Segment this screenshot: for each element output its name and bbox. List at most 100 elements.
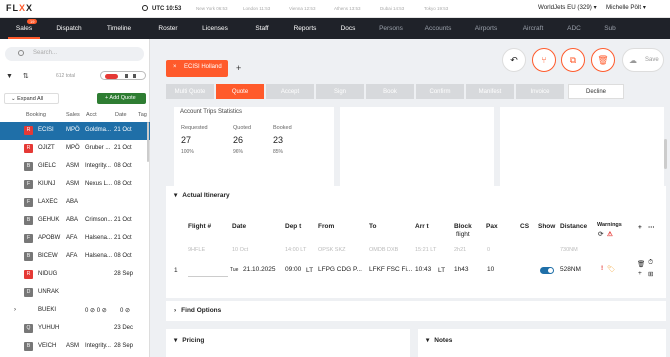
step-invoice[interactable]: Invoice — [516, 84, 564, 99]
status-toggle[interactable] — [100, 71, 146, 80]
table-row[interactable]: R OJIZT MPÖ Gruber ... 21 Oct — [0, 140, 150, 158]
find-options-text: Find Options — [181, 307, 222, 314]
table-row[interactable]: D UNRAK — [0, 284, 150, 302]
sort-icon[interactable]: ⇅ — [23, 73, 29, 80]
table-row[interactable]: F APOBW AFA Halsena... 21 Oct — [0, 230, 150, 248]
table-row[interactable]: F LAXEC ABA — [0, 194, 150, 212]
leg-pax-input[interactable]: 10 — [487, 266, 494, 273]
tab-ecisi-holland[interactable]: × ECISI Holland — [166, 60, 228, 77]
app-logo[interactable]: FLXX — [6, 3, 33, 13]
search-input[interactable]: Search... — [5, 47, 144, 61]
step-book[interactable]: Book — [366, 84, 414, 99]
flight-number-input[interactable] — [188, 276, 228, 277]
chevron-down-icon: ⌄ — [11, 96, 16, 102]
tag-icon[interactable]: 🏷 — [607, 265, 615, 273]
leg-arr-tz: LT — [438, 267, 446, 274]
col-warnings: Warnings — [597, 222, 622, 228]
refresh-icon[interactable]: ⟳ — [598, 230, 603, 238]
col-sales[interactable]: Sales — [66, 112, 80, 118]
leg-date-input[interactable]: 21.10.2025 — [243, 266, 276, 273]
table-row[interactable]: R ECISI MPÖ Goldma... 21 Oct — [0, 122, 150, 140]
warning-icon[interactable]: ! — [601, 265, 603, 272]
add-tab-button[interactable]: + — [236, 63, 241, 73]
branch-button[interactable]: ⑂ — [532, 48, 556, 72]
nav-reports[interactable]: Reports — [282, 18, 328, 39]
nav-timeline[interactable]: Timeline — [90, 18, 148, 39]
step-multi-quote[interactable]: Multi Quote — [166, 84, 214, 99]
nav-sub[interactable]: Sub — [592, 18, 628, 39]
trash-icon[interactable]: 🗑 — [637, 260, 645, 268]
delete-button[interactable]: 🗑 — [591, 48, 615, 72]
table-row[interactable]: B GEHUK ABA Crimson... 21 Oct — [0, 212, 150, 230]
nav-airports[interactable]: Airports — [462, 18, 510, 39]
nav-airports-label: Airports — [474, 25, 498, 32]
add-icon[interactable]: + — [638, 270, 642, 277]
nav-docs-label: Docs — [340, 25, 356, 32]
nav-staff[interactable]: Staff — [242, 18, 282, 39]
add-leg-icon[interactable]: + — [638, 224, 642, 231]
table-row[interactable]: › BUEKI 0 ⊘ 0 ⊘ 0 ⊘ — [0, 302, 150, 320]
table-row[interactable]: R NIDUG 28 Sep — [0, 266, 150, 284]
bookings-scrollbar[interactable] — [147, 122, 149, 162]
booking-counts-extra: 0 ⊘ — [120, 308, 131, 314]
utc-clock: UTC 10:53 — [142, 5, 181, 12]
leg-dep-input[interactable]: 09:00 — [285, 266, 301, 273]
chevron-right-icon[interactable]: › — [14, 307, 16, 313]
decline-button[interactable]: Decline — [568, 84, 624, 99]
leg-from-input[interactable]: LFPG CDG P... — [318, 266, 362, 273]
step-manifest[interactable]: Manifest — [466, 84, 514, 99]
save-button[interactable]: ☁ Save — [622, 48, 664, 72]
show-toggle[interactable] — [540, 267, 554, 274]
nav-sub-label: Sub — [604, 25, 616, 32]
find-options-section[interactable]: › Find Options — [166, 301, 666, 321]
nav-sales[interactable]: Sales 19 — [0, 18, 48, 39]
leg-distance: 528NM — [560, 266, 581, 273]
table-row[interactable]: F KIUNJ ASM Nexus L... 08 Oct — [0, 176, 150, 194]
close-icon[interactable]: × — [173, 64, 177, 70]
more-icon[interactable]: ⋯ — [648, 223, 655, 231]
alert-icon[interactable]: ⚠ — [607, 230, 613, 238]
table-row[interactable]: B BICEW AFA Halsena... 08 Oct — [0, 248, 150, 266]
stopwatch-icon[interactable]: ⏱ — [648, 259, 653, 267]
leg-arr-input[interactable]: 10:43 — [415, 266, 431, 273]
nav-dispatch[interactable]: Dispatch — [48, 18, 90, 39]
itinerary-title[interactable]: ▾ Actual Itinerary — [174, 191, 230, 199]
detail-scrollbar[interactable] — [664, 139, 667, 169]
booking-code: UNRAK — [38, 289, 60, 295]
undo-button[interactable]: ↶ — [502, 48, 526, 72]
table-row[interactable]: B GIELC ASM Integrity... 08 Oct — [0, 158, 150, 176]
copy-icon: ⧉ — [569, 54, 577, 65]
add-quote-button[interactable]: + Add Quote — [97, 93, 146, 104]
col-acct[interactable]: Acct — [86, 112, 97, 118]
leg-to-input[interactable]: LFKF FSC Fi... — [369, 266, 412, 273]
cloud-upload-icon: ☁ — [629, 56, 637, 65]
nav-aircraft[interactable]: Aircraft — [510, 18, 556, 39]
step-quote[interactable]: Quote — [216, 84, 264, 99]
status-toggle-grey-2 — [133, 74, 136, 78]
table-row[interactable]: Q YUHUH 23 Dec — [0, 320, 150, 338]
col-date[interactable]: Date — [115, 112, 127, 118]
nav-adc[interactable]: ADC — [556, 18, 592, 39]
ghost-to: OMDB DXB — [369, 247, 399, 253]
quoted-count: 26 — [233, 135, 244, 145]
user-menu[interactable]: Michelle Pölt ▾ — [606, 4, 646, 11]
nav-licenses[interactable]: Licenses — [188, 18, 242, 39]
nav-persons[interactable]: Persons — [368, 18, 414, 39]
nav-roster[interactable]: Roster — [148, 18, 188, 39]
nav-accounts[interactable]: Accounts — [414, 18, 462, 39]
table-row[interactable]: B VEICH ASM Integrity... 28 Sep — [0, 338, 150, 356]
step-accept[interactable]: Accept — [266, 84, 314, 99]
step-confirm[interactable]: Confirm — [416, 84, 464, 99]
col-tag[interactable]: Tag — [138, 112, 147, 118]
filter-icon[interactable]: ▼ — [6, 73, 13, 80]
notes-section[interactable]: ▾ Notes — [418, 329, 666, 357]
booking-date: 23 Dec — [114, 325, 134, 331]
pricing-section[interactable]: ▾ Pricing — [166, 329, 410, 357]
grid-icon[interactable]: ⊞ — [648, 270, 653, 278]
step-sign[interactable]: Sign — [316, 84, 364, 99]
copy-button[interactable]: ⧉ — [561, 48, 585, 72]
company-select[interactable]: WorldJets EU (329) ▾ — [538, 4, 597, 11]
col-booking[interactable]: Booking — [26, 112, 46, 118]
expand-all-button[interactable]: ⌄ Expand All — [4, 93, 59, 104]
nav-docs[interactable]: Docs — [328, 18, 368, 39]
